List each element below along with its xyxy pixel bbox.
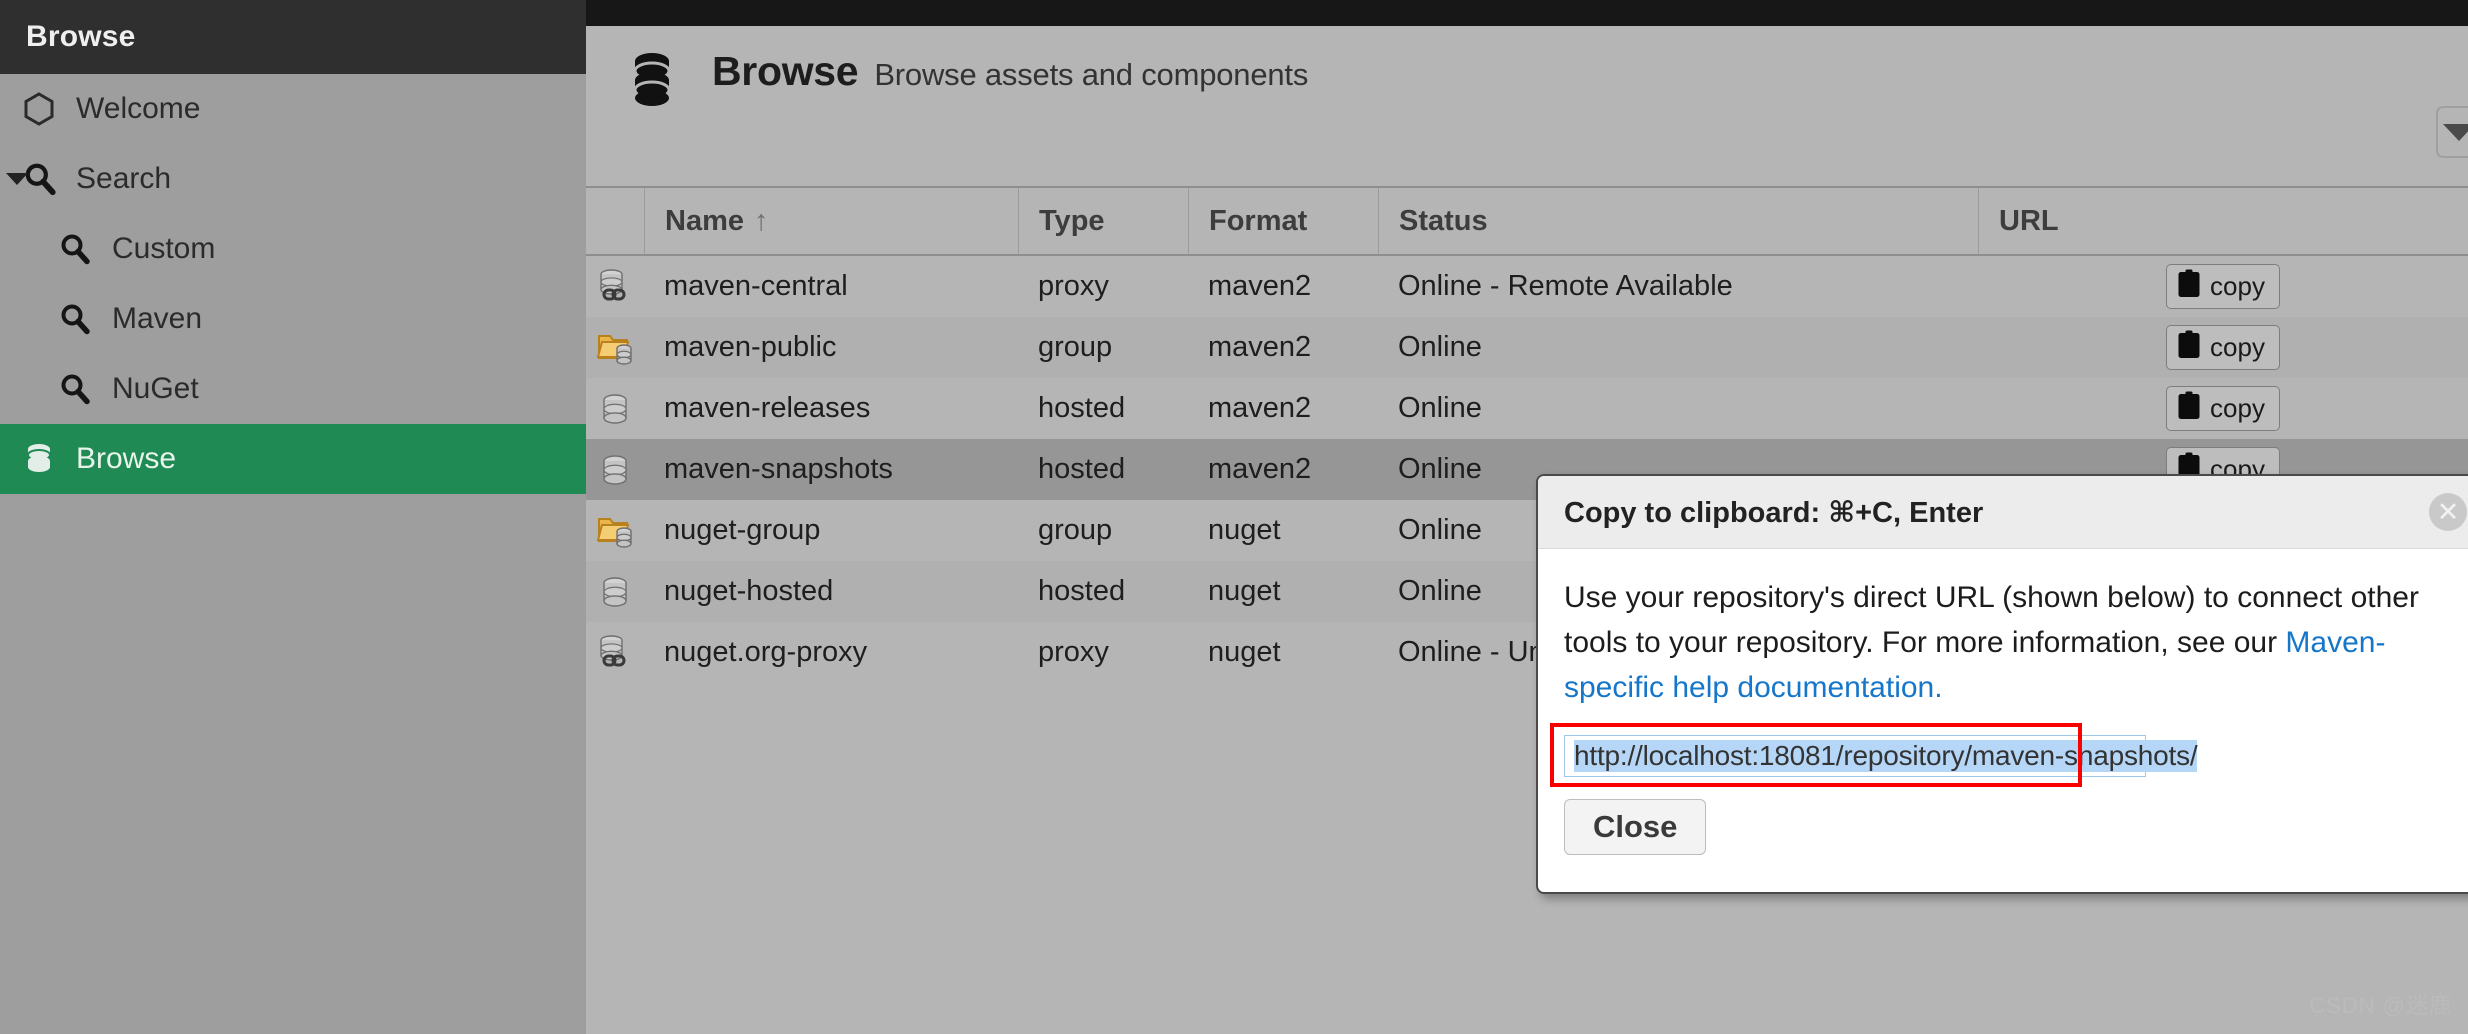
close-button[interactable]: Close (1564, 799, 1707, 855)
sidebar: Browse Welcome Search Custom Maven NuGet Brow… (0, 0, 586, 1034)
cell-status: Online (1398, 331, 1482, 363)
chevron-down-icon (2443, 124, 2468, 141)
copy-url-button[interactable]: copy (2166, 385, 2280, 432)
cell-format: maven2 (1208, 392, 1312, 424)
hosted-repo-icon (586, 561, 644, 622)
table-header-row: Name ↑ Type Format Status URL (586, 188, 2468, 256)
cell-type: group (1038, 514, 1113, 546)
column-header-name[interactable]: Name ↑ (644, 188, 1018, 254)
clipboard-icon (2177, 391, 2201, 427)
dialog-body-text: Use your repository's direct URL (shown … (1564, 575, 2463, 710)
hexagon-icon (22, 91, 64, 127)
hosted-repo-icon (586, 378, 644, 439)
proxy-repo-icon (586, 256, 644, 317)
sidebar-item-search[interactable]: Search (0, 144, 586, 214)
url-field-wrapper: http://localhost:18081/repository/maven-… (1550, 723, 2463, 787)
table-row[interactable]: maven-public group maven2 Online copy (586, 317, 2468, 378)
sidebar-title: Browse (26, 20, 136, 53)
sidebar-item-label: Maven (112, 302, 203, 335)
cell-format: maven2 (1208, 453, 1312, 485)
corner-dropdown[interactable] (2436, 106, 2468, 158)
table-row[interactable]: maven-releases hosted maven2 Online copy (586, 378, 2468, 439)
table-row[interactable]: maven-central proxy maven2 Online - Remote … (586, 256, 2468, 317)
search-icon (58, 302, 100, 336)
cell-format: maven2 (1208, 331, 1312, 363)
sidebar-item-label: Search (76, 162, 172, 195)
cell-format: maven2 (1208, 270, 1312, 302)
cell-url: copy (1978, 317, 2468, 378)
sort-ascending-icon: ↑ (754, 204, 769, 237)
copy-url-button[interactable]: copy (2166, 324, 2280, 371)
copy-button-label: copy (2210, 392, 2265, 423)
repository-url-input[interactable]: http://localhost:18081/repository/maven-… (1564, 735, 2198, 777)
cell-type: hosted (1038, 392, 1126, 424)
search-icon (58, 372, 100, 406)
sidebar-header: Browse (0, 0, 586, 74)
cell-status: Online (1398, 392, 1482, 424)
sidebar-item-nuget[interactable]: NuGet (0, 354, 586, 424)
page-header: Browse Browse assets and components (586, 26, 2468, 186)
page-title: Browse (712, 48, 859, 94)
column-header-status[interactable]: Status (1378, 188, 1978, 254)
sidebar-item-label: Custom (112, 232, 216, 265)
sidebar-item-browse[interactable]: Browse (0, 424, 586, 494)
dialog-body: Use your repository's direct URL (shown … (1538, 549, 2468, 855)
column-header-icon (586, 188, 644, 254)
cell-format: nuget (1208, 575, 1281, 607)
clipboard-icon (2177, 269, 2201, 305)
watermark: CSDN @迷鹿 (2309, 993, 2452, 1018)
copy-url-button[interactable]: copy (2166, 263, 2280, 310)
cell-name: maven-central (664, 270, 848, 302)
cell-name: maven-snapshots (664, 453, 893, 485)
column-header-name-label: Name (665, 204, 744, 237)
cell-type: proxy (1038, 270, 1109, 302)
sidebar-nav: Welcome Search Custom Maven NuGet Browse (0, 74, 586, 494)
group-repo-icon (586, 317, 644, 378)
cell-url: copy (1978, 256, 2468, 317)
cell-format: nuget (1208, 514, 1281, 546)
cell-status: Online - Remote Available (1398, 270, 1733, 302)
cell-format: nuget (1208, 636, 1281, 668)
dialog-footer: Close 2.直接复制这个地址，然后粘贴到url (1564, 799, 2463, 855)
search-icon (58, 232, 100, 266)
column-header-type[interactable]: Type (1018, 188, 1188, 254)
sidebar-item-maven[interactable]: Maven (0, 284, 586, 354)
copy-button-label: copy (2210, 331, 2265, 362)
copy-url-dialog: Copy to clipboard: ⌘+C, Enter ✕ Use your… (1536, 474, 2468, 894)
cell-name: nuget-group (664, 514, 821, 546)
cell-type: hosted (1038, 575, 1126, 607)
clipboard-icon (2177, 330, 2201, 366)
cell-name: maven-releases (664, 392, 871, 424)
sidebar-item-label: NuGet (112, 372, 199, 405)
sidebar-item-custom[interactable]: Custom (0, 214, 586, 284)
main-topbar (586, 0, 2468, 26)
cell-name: nuget-hosted (664, 575, 834, 607)
group-repo-icon (586, 500, 644, 561)
sidebar-item-label: Welcome (76, 92, 201, 125)
main-content: Browse Browse assets and components Name… (586, 0, 2468, 1034)
repository-url-value: http://localhost:18081/repository/maven-… (1574, 740, 2198, 772)
database-icon (22, 442, 64, 476)
close-icon[interactable]: ✕ (2429, 493, 2467, 531)
cell-url: copy (1978, 378, 2468, 439)
cell-name: nuget.org-proxy (664, 636, 868, 668)
cell-type: proxy (1038, 636, 1109, 668)
column-header-format[interactable]: Format (1188, 188, 1378, 254)
dialog-header: Copy to clipboard: ⌘+C, Enter ✕ (1538, 476, 2468, 549)
cell-type: hosted (1038, 453, 1126, 485)
cell-type: group (1038, 331, 1113, 363)
copy-button-label: copy (2210, 270, 2265, 301)
column-header-url[interactable]: URL (1978, 188, 2468, 254)
cell-name: maven-public (664, 331, 837, 363)
proxy-repo-icon (586, 622, 644, 683)
page-subtitle: Browse assets and components (874, 57, 1309, 92)
database-icon (626, 52, 678, 113)
sidebar-item-welcome[interactable]: Welcome (0, 74, 586, 144)
chevron-down-icon[interactable] (6, 173, 28, 185)
dialog-title: Copy to clipboard: ⌘+C, Enter (1564, 496, 1984, 529)
search-icon (22, 161, 64, 197)
hosted-repo-icon (586, 439, 644, 500)
sidebar-item-label: Browse (76, 442, 177, 475)
